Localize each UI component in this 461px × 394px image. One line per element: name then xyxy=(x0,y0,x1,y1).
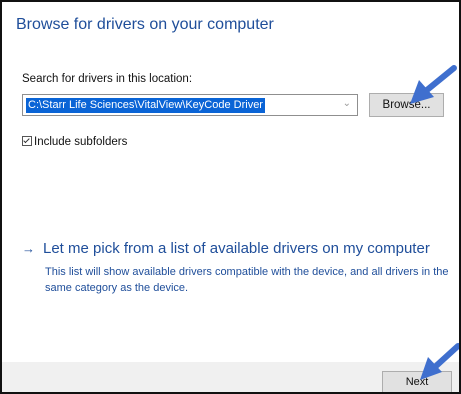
annotation-arrow-icon xyxy=(420,343,459,380)
dialog-footer: Next xyxy=(2,362,459,392)
arrow-right-icon: → xyxy=(22,241,35,256)
chevron-down-icon[interactable]: ⌄ xyxy=(343,98,351,109)
pick-from-list-description: This list will show available drivers co… xyxy=(45,266,449,294)
driver-path-value[interactable]: C:\Starr Life Sciences\VitalView\KeyCode… xyxy=(26,98,265,113)
include-subfolders-checkbox[interactable] xyxy=(22,135,32,146)
driver-browse-dialog: Browse for drivers on your computer Sear… xyxy=(0,0,461,394)
pick-from-list-link-text[interactable]: Let me pick from a list of available dri… xyxy=(43,240,430,257)
page-title: Browse for drivers on your computer xyxy=(16,16,274,33)
driver-path-combobox[interactable]: C:\Starr Life Sciences\VitalView\KeyCode… xyxy=(22,94,358,116)
include-subfolders-label[interactable]: Include subfolders xyxy=(34,136,127,148)
search-location-label: Search for drivers in this location: xyxy=(22,73,193,85)
include-subfolders-option[interactable]: Include subfolders xyxy=(22,135,127,148)
pick-from-list-link[interactable]: → Let me pick from a list of available dr… xyxy=(22,240,430,257)
annotation-arrow-icon xyxy=(410,65,457,104)
